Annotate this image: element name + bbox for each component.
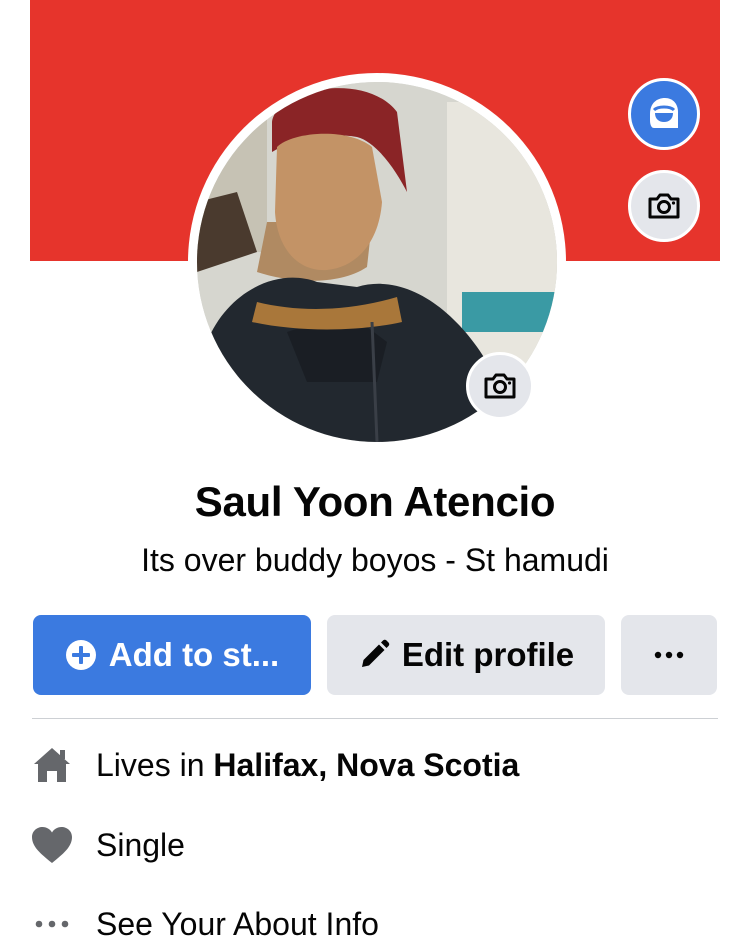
about-info-row[interactable]: See Your About Info <box>30 899 379 949</box>
relationship-row[interactable]: Single <box>30 820 185 870</box>
camera-icon <box>648 193 680 219</box>
heart-icon <box>30 826 74 864</box>
about-info-label: See Your About Info <box>96 905 379 942</box>
ellipsis-icon <box>30 920 74 928</box>
relationship-status: Single <box>96 826 185 863</box>
avatar-face-icon <box>650 98 678 128</box>
profile-name: Saul Yoon Atencio <box>194 478 556 525</box>
avatar-button[interactable] <box>628 78 700 150</box>
edit-profile-label: Edit profile <box>401 636 575 673</box>
divider <box>32 718 718 719</box>
pencil-icon <box>358 639 390 671</box>
camera-icon <box>484 373 516 399</box>
add-to-story-button[interactable]: Add to st... <box>33 615 311 695</box>
cover-camera-button[interactable] <box>628 170 700 242</box>
lives-in-prefix: Lives in <box>96 746 205 783</box>
add-to-story-label: Add to st... <box>108 636 280 673</box>
edit-profile-button[interactable]: Edit profile <box>327 615 605 695</box>
more-options-button[interactable] <box>621 615 717 695</box>
ellipsis-icon <box>654 651 684 659</box>
home-icon <box>30 746 74 784</box>
plus-circle-icon <box>65 639 97 671</box>
lives-in-city[interactable]: Halifax, Nova Scotia <box>213 747 519 784</box>
profile-camera-button[interactable] <box>466 352 534 420</box>
lives-in-row[interactable]: Lives in Halifax, Nova Scotia <box>30 740 519 790</box>
profile-bio: Its over buddy boyos - St hamudi <box>141 542 609 578</box>
